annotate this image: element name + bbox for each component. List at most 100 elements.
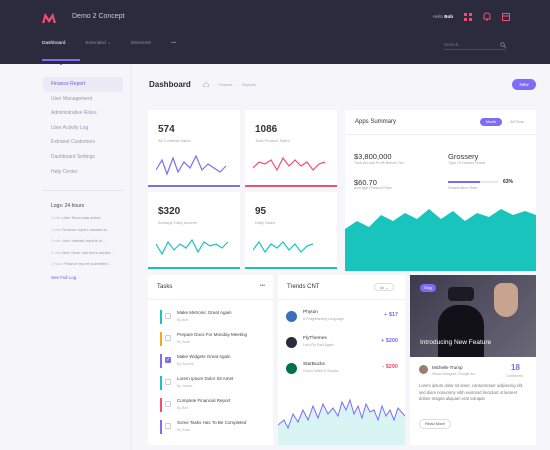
trend-row[interactable]: Phyton A Programming Language + $17 <box>286 309 398 335</box>
task-owner: By Sean <box>177 340 191 344</box>
task-color-bar <box>160 376 162 390</box>
log-time: 1 min <box>51 226 61 232</box>
tasks-title: Tasks <box>157 284 173 290</box>
top-bar: Demo 2 Concept Hello Bob Dashboard Exten… <box>0 0 550 64</box>
metric-label: Average Product Price <box>354 186 392 190</box>
task-checkbox[interactable] <box>165 401 171 407</box>
header-divider <box>345 134 536 135</box>
trend-row[interactable]: StarBucks Good Coffee & Snacks - $290 <box>286 361 398 387</box>
metric-value: Grossery <box>448 152 479 161</box>
breadcrumb-item[interactable]: Reports <box>242 82 256 87</box>
log-text: User Sean was active <box>61 215 101 220</box>
sidebar-item-finance-report[interactable]: Finance Report <box>43 77 123 92</box>
nav-elements[interactable]: Elements <box>131 41 151 46</box>
tasks-more-icon[interactable]: ••• <box>260 283 265 289</box>
brand-logo-icon[interactable] <box>42 13 56 23</box>
sparkline-chart <box>156 238 229 256</box>
stat-value: 574 <box>158 124 175 135</box>
sidebar-item-administrative-roles[interactable]: Administrative Roles <box>43 106 123 121</box>
sidebar-item-user-management[interactable]: User Management <box>43 92 123 107</box>
task-owner: By James <box>177 384 193 388</box>
log-text: New Sean has been added... <box>61 249 114 255</box>
task-row[interactable]: Make Metronic Great Again By Bob <box>160 308 270 330</box>
trend-logo-icon <box>286 363 297 374</box>
task-row[interactable]: Lorem Ipsum Dolor Sit Amet By James <box>160 374 270 396</box>
task-checkbox[interactable] <box>165 379 171 385</box>
blog-title: Introducing New Feature <box>420 339 492 346</box>
task-checkbox[interactable] <box>165 335 171 341</box>
satisfaction-bar <box>448 181 498 183</box>
trend-row[interactable]: FlyThemes Let's Fly Fast Again + $200 <box>286 335 398 361</box>
bell-icon[interactable] <box>482 12 491 21</box>
log-time: 2 min <box>51 249 61 255</box>
trend-name: FlyThemes <box>303 336 327 341</box>
stat-value: 95 <box>255 206 267 217</box>
breadcrumb: - Finance - Reports <box>203 82 256 87</box>
sparkline-chart <box>253 156 326 172</box>
box-icon[interactable] <box>501 12 510 21</box>
user-greeting[interactable]: Hello Bob <box>433 14 453 19</box>
new-button[interactable]: New <box>512 79 536 90</box>
logs-title: Logs: 24 hours <box>51 203 85 209</box>
breadcrumb-item[interactable]: Finance <box>218 82 232 87</box>
sidebar-item-user-activity-log[interactable]: User Activity Log <box>43 121 123 136</box>
search-icon[interactable] <box>500 41 506 48</box>
task-color-bar <box>160 398 162 412</box>
grid-icon[interactable] <box>463 12 472 21</box>
sidebar-item-help-center[interactable]: Help Center <box>43 165 123 180</box>
log-time: 2 min <box>51 238 61 243</box>
stat-label: Average Daily Income <box>158 220 198 225</box>
chevron-down-icon: ⌄ <box>385 286 389 290</box>
trends-filter-dropdown[interactable]: All ⌄ <box>374 283 394 291</box>
nav-extended-label: Extended <box>85 41 106 46</box>
log-item: 1 hour Finance report submitted... <box>51 261 123 273</box>
chevron-down-icon: ⌄ <box>107 41 112 46</box>
task-checkbox[interactable]: ✓ <box>165 357 171 363</box>
trend-name: Phyton <box>303 310 318 315</box>
author-name: Michelle Trump <box>432 365 463 370</box>
sidebar-item-extranet-customers[interactable]: Extranet Customers <box>43 135 123 150</box>
task-row[interactable]: Complete Financial Report By Bob <box>160 396 270 418</box>
apps-summary-title: Apps Summary <box>355 119 397 125</box>
task-checkbox[interactable] <box>165 423 171 429</box>
task-owner: By Bob <box>177 406 189 410</box>
log-text: John viewed reports in... <box>61 238 106 243</box>
task-row[interactable]: Some Tasks Has To Be Completed By Sean <box>160 418 270 440</box>
home-icon[interactable] <box>203 82 209 87</box>
satisfaction-percent: 63% <box>503 179 514 185</box>
log-item: 2 min New Sean has been added... <box>51 250 123 262</box>
stat-label: Daily Sales <box>255 220 276 225</box>
trend-subtitle: Good Coffee & Snacks <box>303 369 339 373</box>
task-title: Make Metronic Great Again <box>177 310 232 315</box>
vr-headset-shape <box>448 287 474 301</box>
log-time: 1 min <box>51 215 61 220</box>
task-checkbox[interactable] <box>165 313 171 319</box>
nav-dashboard[interactable]: Dashboard <box>42 41 65 46</box>
nav-extended[interactable]: Extended ⌄ <box>85 41 111 46</box>
sparkline-chart <box>156 154 227 176</box>
trend-subtitle: Let's Fly Fast Again <box>303 343 334 347</box>
task-row[interactable]: Prepare Docs For Monday Meeting By Sean <box>160 330 270 352</box>
task-row[interactable]: ✓ Make Widgets Great Again By Sydney <box>160 352 270 374</box>
log-item: 1 min User Sean was active <box>51 215 123 227</box>
log-time: 1 hour <box>51 261 63 266</box>
trend-value: + $17 <box>384 312 398 318</box>
dropdown-value: All <box>379 286 384 290</box>
tab-all-time[interactable]: All Time <box>506 118 528 126</box>
see-full-log-link[interactable]: See Full Log <box>51 275 123 280</box>
nav-more-icon[interactable]: ••• <box>171 41 176 46</box>
log-item: 2 min John viewed reports in... <box>51 238 123 250</box>
metric-label: Total Annual Profit Before Tax <box>354 161 404 165</box>
search-input[interactable] <box>444 42 492 47</box>
trend-logo-icon <box>286 337 297 348</box>
task-title: Make Widgets Great Again <box>177 354 231 359</box>
satisfaction-label: Satisfication Rate <box>448 186 478 190</box>
search-box <box>444 40 506 50</box>
apps-summary-card: Apps Summary Month All Time $3,800,000 T… <box>345 110 536 271</box>
tab-month[interactable]: Month <box>480 118 502 126</box>
sidebar-item-dashboard-settings[interactable]: Dashboard Settings <box>43 150 123 165</box>
read-more-button[interactable]: Read More <box>419 419 451 429</box>
task-title: Some Tasks Has To Be Completed <box>177 420 247 425</box>
task-owner: By Sydney <box>177 362 194 366</box>
app-title: Demo 2 Concept <box>72 13 125 20</box>
